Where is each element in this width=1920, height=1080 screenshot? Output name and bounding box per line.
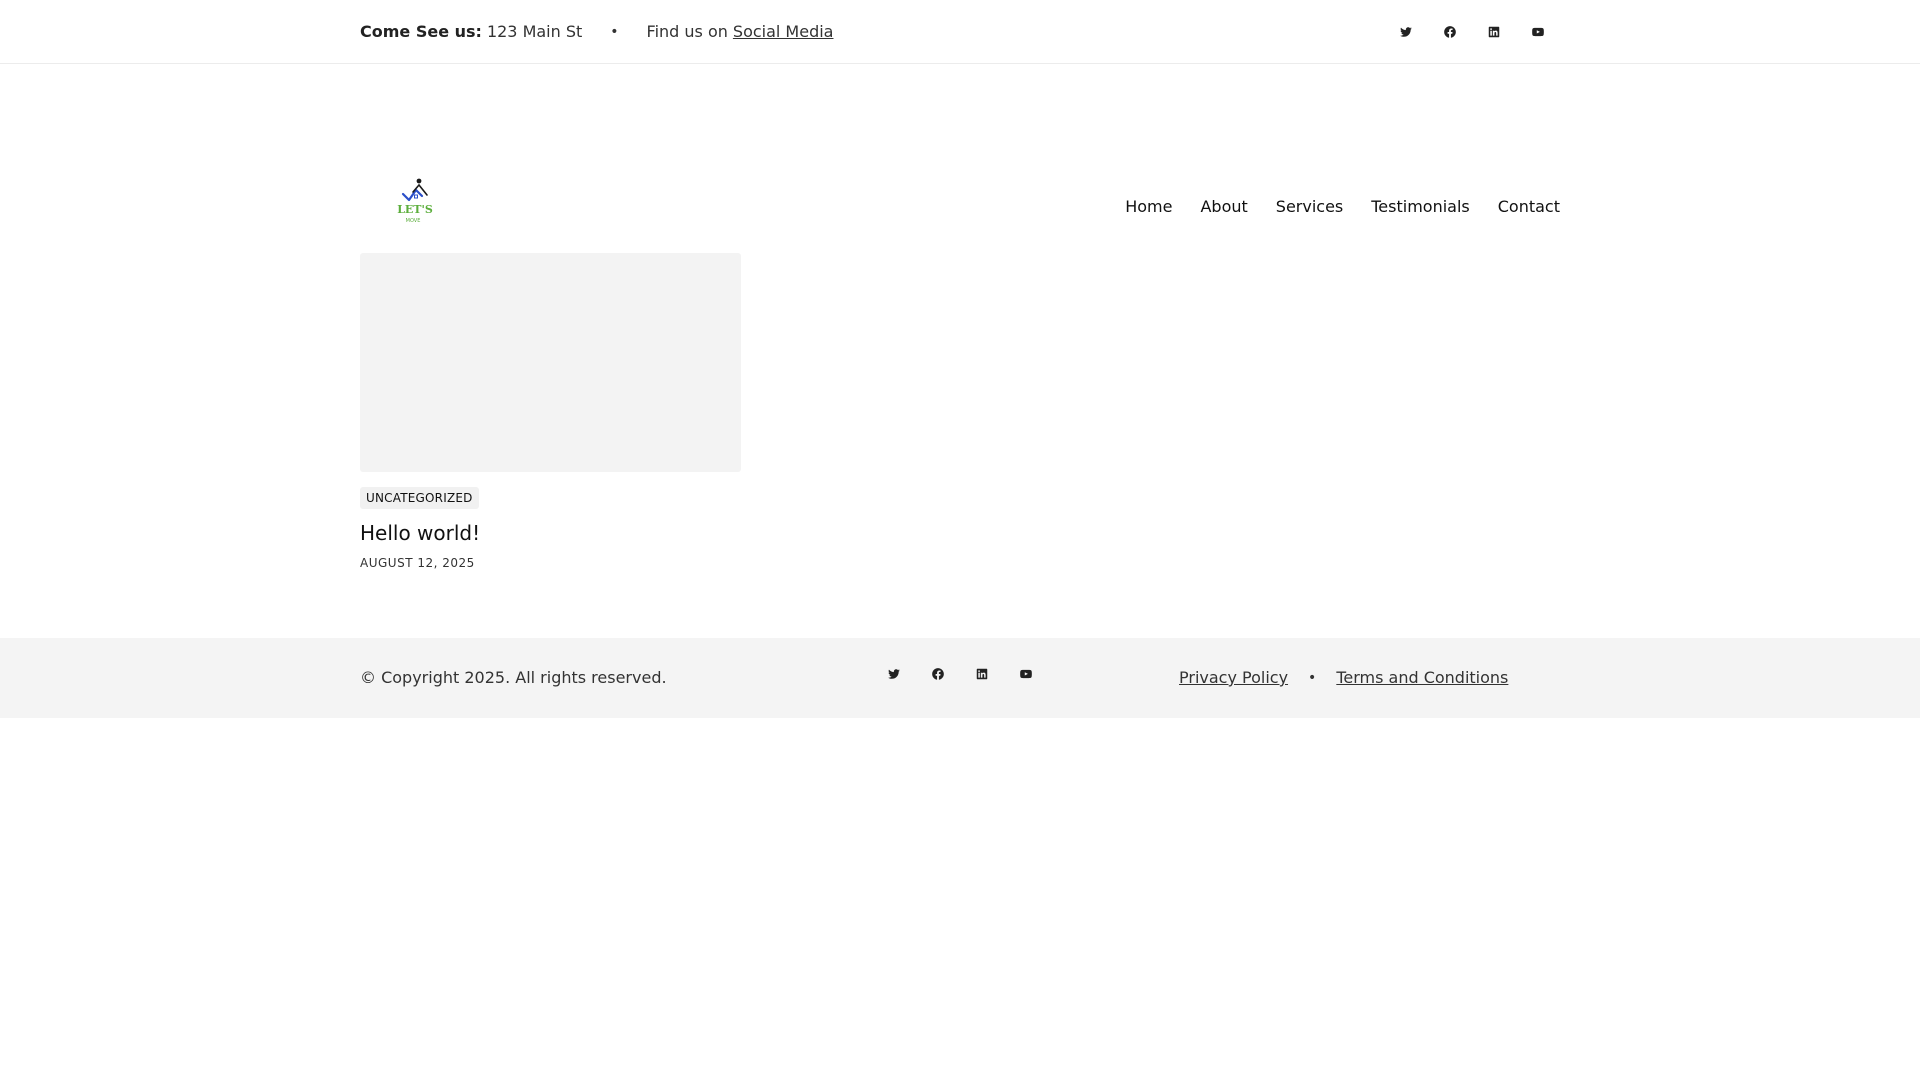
separator-dot: • xyxy=(610,23,619,40)
linkedin-icon[interactable] xyxy=(960,662,1004,686)
address-value: 123 Main St xyxy=(486,22,583,41)
nav-services[interactable]: Services xyxy=(1276,197,1343,216)
terms-link[interactable]: Terms and Conditions xyxy=(1336,668,1508,687)
nav-testimonials[interactable]: Testimonials xyxy=(1371,197,1470,216)
twitter-icon[interactable] xyxy=(1384,20,1428,44)
find-prefix: Find us on xyxy=(646,22,728,41)
nav-home[interactable]: Home xyxy=(1125,197,1172,216)
post-card: UNCATEGORIZED Hello world! AUGUST 12, 20… xyxy=(360,253,741,570)
post-date: AUGUST 12, 2025 xyxy=(360,556,475,570)
logo-text: LET'S xyxy=(397,203,433,216)
linkedin-icon[interactable] xyxy=(1472,20,1516,44)
site-logo[interactable]: LET'S MOVE xyxy=(388,176,444,232)
site-header: LET'S MOVE Home About Services Testimoni… xyxy=(0,64,1920,224)
footer-links: Privacy Policy • Terms and Conditions xyxy=(1179,668,1508,687)
youtube-icon[interactable] xyxy=(1516,20,1560,44)
top-bar: Come See us: 123 Main St • Find us on So… xyxy=(0,0,1920,64)
site-footer: © Copyright 2025. All rights reserved. P… xyxy=(0,638,1920,718)
footer-social-icons xyxy=(872,662,1048,686)
facebook-icon[interactable] xyxy=(1428,20,1472,44)
twitter-icon[interactable] xyxy=(872,662,916,686)
copyright-text: © Copyright 2025. All rights reserved. xyxy=(360,668,667,687)
nav-contact[interactable]: Contact xyxy=(1498,197,1560,216)
nav-about[interactable]: About xyxy=(1200,197,1247,216)
footer-separator-dot: • xyxy=(1308,669,1317,686)
privacy-policy-link[interactable]: Privacy Policy xyxy=(1179,668,1288,687)
category-badge[interactable]: UNCATEGORIZED xyxy=(360,487,479,509)
main-nav: Home About Services Testimonials Contact xyxy=(1125,197,1560,216)
logo-subtext: MOVE xyxy=(406,218,421,224)
contact-info: Come See us: 123 Main St • Find us on So… xyxy=(360,22,833,41)
address-label: Come See us: xyxy=(360,22,482,41)
top-bar-inner: Come See us: 123 Main St • Find us on So… xyxy=(360,0,1560,63)
facebook-icon[interactable] xyxy=(916,662,960,686)
social-media-link[interactable]: Social Media xyxy=(733,22,834,41)
youtube-icon[interactable] xyxy=(1004,662,1048,686)
top-social-icons xyxy=(1384,20,1560,44)
post-featured-image[interactable] xyxy=(360,253,741,472)
post-title[interactable]: Hello world! xyxy=(360,521,741,545)
